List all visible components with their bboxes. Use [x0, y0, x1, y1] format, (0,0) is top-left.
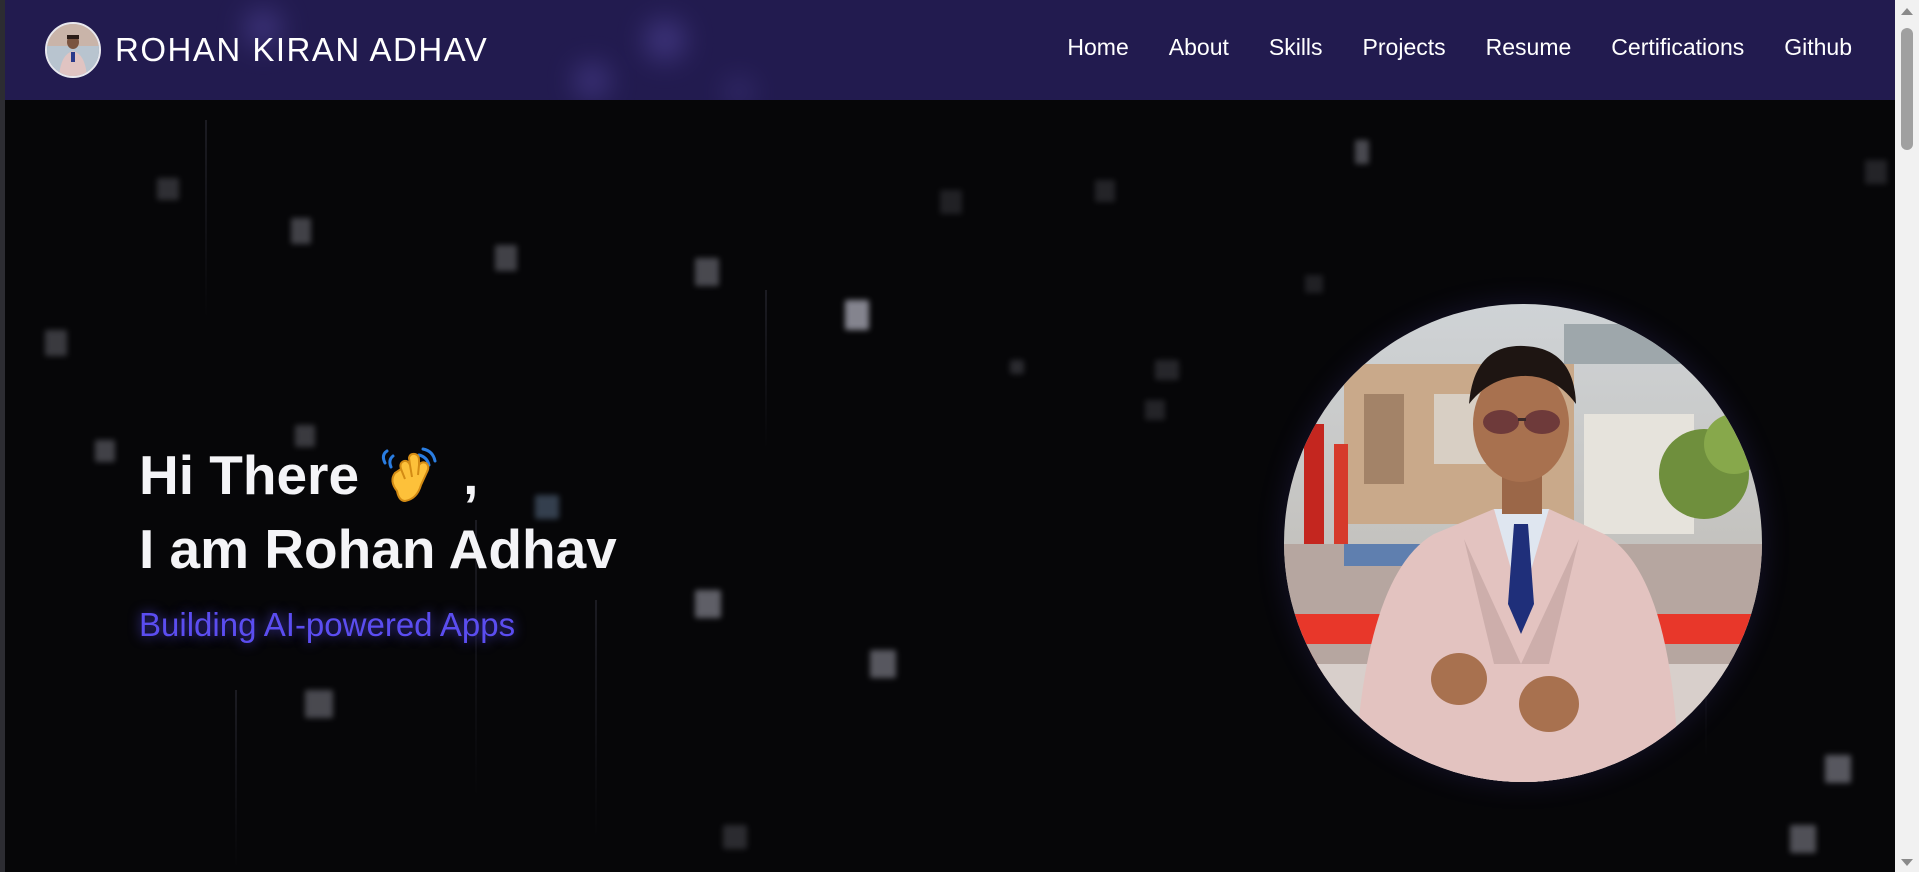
- greeting-text: Hi There: [139, 444, 360, 506]
- nav-certifications[interactable]: Certifications: [1611, 34, 1744, 61]
- greeting-comma: ,: [463, 444, 479, 506]
- main-nav: Home About Skills Projects Resume Certif…: [1067, 34, 1852, 61]
- scroll-down-arrow-icon[interactable]: [1901, 859, 1913, 866]
- nav-skills[interactable]: Skills: [1269, 34, 1323, 61]
- top-navbar: ROHAN KIRAN ADHAV Home About Skills Proj…: [5, 0, 1895, 100]
- scroll-up-arrow-icon[interactable]: [1901, 8, 1913, 15]
- nav-home[interactable]: Home: [1067, 34, 1128, 61]
- scroll-thumb[interactable]: [1901, 28, 1913, 150]
- brand[interactable]: ROHAN KIRAN ADHAV: [45, 22, 488, 78]
- profile-avatar-icon: [45, 22, 101, 78]
- nav-resume[interactable]: Resume: [1486, 34, 1572, 61]
- page: ROHAN KIRAN ADHAV Home About Skills Proj…: [0, 0, 1919, 872]
- nav-about[interactable]: About: [1169, 34, 1229, 61]
- waving-hand-icon: [379, 445, 443, 505]
- nav-projects[interactable]: Projects: [1363, 34, 1446, 61]
- hero-intro: Hi There , I am Rohan Adhav Building AI-…: [139, 438, 617, 644]
- nav-github[interactable]: Github: [1784, 34, 1852, 61]
- hero-tagline: Building AI-powered Apps: [139, 606, 516, 643]
- hero-intro-line: I am Rohan Adhav: [139, 518, 617, 580]
- profile-photo: [1284, 304, 1762, 782]
- brand-name: ROHAN KIRAN ADHAV: [115, 31, 489, 68]
- vertical-scrollbar[interactable]: [1895, 0, 1919, 872]
- hero-greeting: Hi There ,: [139, 438, 617, 512]
